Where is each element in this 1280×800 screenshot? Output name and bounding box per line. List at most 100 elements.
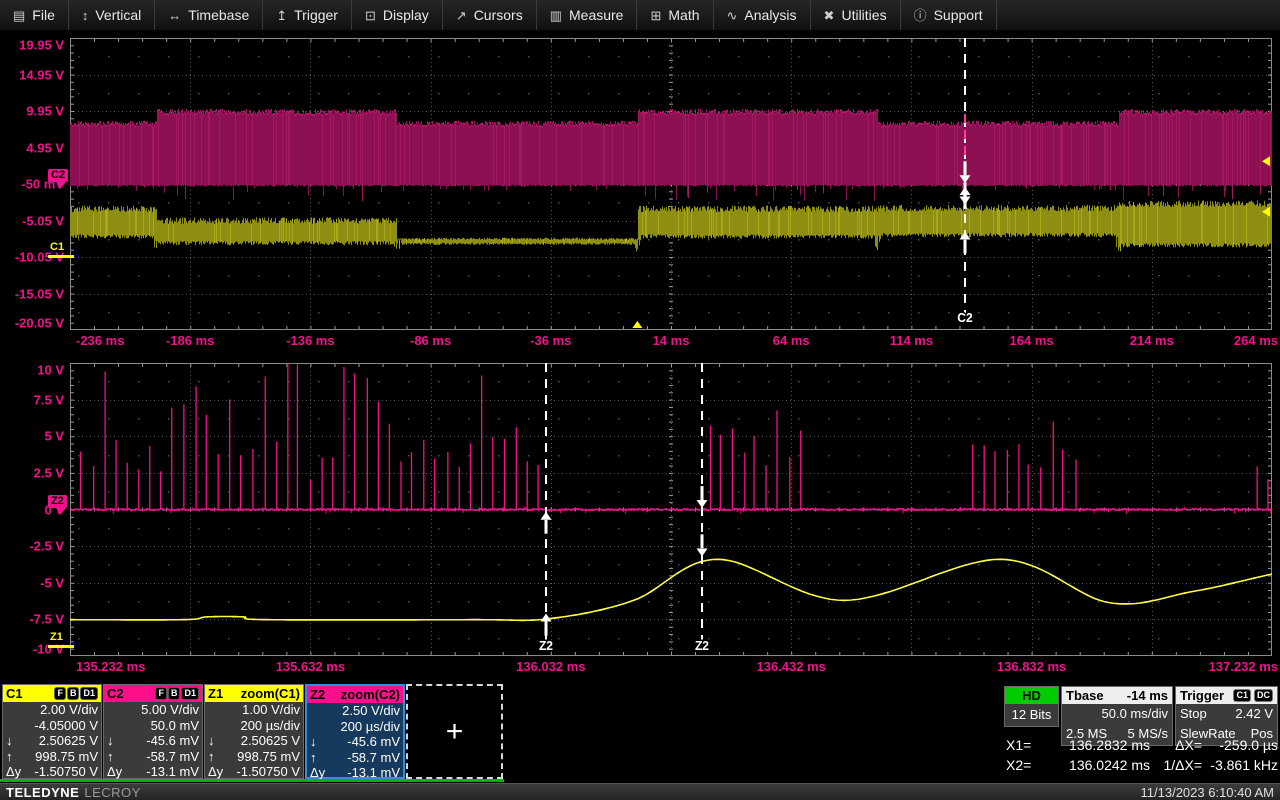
- descriptor-c1[interactable]: C1FBD12.00 V/div-4.05000 V↓2.50625 V↑998…: [2, 684, 102, 779]
- descriptor-row: ↑-58.7 mV: [104, 749, 202, 765]
- descriptor-z2[interactable]: Z2zoom(C2)2.50 V/div200 µs/div↓-45.6 mV↑…: [305, 684, 405, 779]
- x-axis-label: 137.232 ms: [1209, 659, 1278, 674]
- menu-display[interactable]: ⊡Display: [352, 0, 443, 30]
- support-icon: ⓘ: [914, 9, 927, 22]
- menu-analysis[interactable]: ∿Analysis: [714, 0, 811, 30]
- x-axis-label: 264 ms: [1234, 333, 1278, 348]
- menu-timebase[interactable]: ↔Timebase: [155, 0, 263, 30]
- y-axis-label: 19.95 V: [0, 38, 64, 53]
- descriptor-row: 200 µs/div: [307, 719, 403, 735]
- menu-support[interactable]: ⓘSupport: [901, 0, 997, 30]
- x-axis-label: -36 ms: [530, 333, 571, 348]
- descriptor-header: Z2zoom(C2): [307, 686, 403, 703]
- descriptor-c2[interactable]: C2FBD15.00 V/div50.0 mV↓-45.6 mV↑-58.7 m…: [103, 684, 203, 779]
- menu-trigger[interactable]: ↥Trigger: [263, 0, 352, 30]
- menu-file[interactable]: ▤File: [0, 0, 69, 30]
- menu-vertical[interactable]: ↕Vertical: [69, 0, 155, 30]
- cursor-readout-x2: X2=136.0242 ms 1/ΔX=-3.861 kHz: [1006, 756, 1278, 775]
- y-axis-label: -20.05 V: [0, 316, 64, 331]
- menu-utilities[interactable]: ✖Utilities: [811, 0, 901, 30]
- y-axis-label: 14.95 V: [0, 67, 64, 82]
- row-prefix: [6, 702, 26, 718]
- descriptor-row: Δy-1.50750 V: [3, 764, 101, 780]
- add-trace-button[interactable]: +: [406, 684, 503, 779]
- x-axis-label: 64 ms: [773, 333, 810, 348]
- descriptor-row: ↑-58.7 mV: [307, 750, 403, 766]
- badge-b: B: [168, 687, 181, 700]
- y-axis-label: -2.5 V: [0, 539, 64, 554]
- row-value: -58.7 mV: [330, 750, 400, 766]
- row-prefix: ↓: [6, 733, 26, 749]
- measure-icon: ▥: [550, 9, 562, 22]
- datetime: 11/13/2023 6:10:40 AM: [1141, 785, 1274, 800]
- y-axis-label: -5 V: [0, 575, 64, 590]
- descriptor-header: C2FBD1: [104, 685, 202, 702]
- row-prefix: ↑: [6, 749, 26, 765]
- trigger-level: 2.42 V: [1235, 704, 1273, 724]
- menu-label: Analysis: [744, 7, 796, 23]
- row-prefix: [208, 718, 228, 734]
- c1-offset-marker[interactable]: C1: [50, 241, 64, 254]
- descriptor-row: 1.00 V/div: [205, 702, 303, 718]
- y-axis-label: 7.5 V: [0, 392, 64, 407]
- row-prefix: Δy: [107, 764, 127, 780]
- cursors-icon: ↗: [456, 9, 467, 22]
- zoom-grid-canvas[interactable]: [70, 363, 1272, 656]
- descriptor-row: 200 µs/div: [205, 718, 303, 734]
- descriptor-row: 5.00 V/div: [104, 702, 202, 718]
- badge-d1: D1: [181, 687, 199, 700]
- menu-label: Display: [383, 7, 429, 23]
- y-axis-label: 2.5 V: [0, 465, 64, 480]
- row-prefix: ↑: [107, 749, 127, 765]
- menu-math[interactable]: ⊞ Math: [637, 0, 713, 30]
- hd-panel[interactable]: HD 12 Bits: [1004, 686, 1059, 727]
- row-value: -1.50750 V: [26, 764, 98, 780]
- z1-offset-marker[interactable]: Z1: [50, 631, 63, 644]
- trigger-icon: ↥: [276, 9, 287, 22]
- descriptor-row: 2.00 V/div: [3, 702, 101, 718]
- row-value: -45.6 mV: [330, 734, 400, 750]
- row-value: 50.0 mV: [127, 718, 199, 734]
- trigger-source-badges: C1DC: [1231, 689, 1273, 702]
- timebase-header: Tbase -14 ms: [1062, 687, 1172, 704]
- timebase-icon: ↔: [168, 9, 181, 22]
- row-prefix: ↓: [310, 734, 330, 750]
- y-axis-label: -7.5 V: [0, 612, 64, 627]
- row-prefix: [208, 702, 228, 718]
- trigger-badge-c1: C1: [1233, 689, 1251, 702]
- badge-b: B: [67, 687, 80, 700]
- c1-offset-marker-pointer: [48, 255, 74, 258]
- menu-label: Math: [668, 7, 699, 23]
- descriptor-z1[interactable]: Z1zoom(C1)1.00 V/div200 µs/div↓2.50625 V…: [204, 684, 304, 779]
- c2-offset-marker[interactable]: C2: [48, 169, 68, 182]
- hd-bits: 12 Bits: [1005, 704, 1058, 726]
- descriptor-row: Δy-13.1 mV: [104, 764, 202, 780]
- row-prefix: [107, 702, 127, 718]
- trigger-badge-dc: DC: [1254, 689, 1273, 702]
- vertical-icon: ↕: [82, 9, 89, 22]
- x-axis-label: 136.432 ms: [756, 659, 825, 674]
- row-value: 200 µs/div: [228, 718, 300, 734]
- trigger-mode: Stop: [1180, 704, 1207, 724]
- main-grid-canvas[interactable]: [70, 38, 1272, 330]
- trace-name: Z1: [208, 685, 223, 702]
- y-axis-label: 4.95 V: [0, 140, 64, 155]
- z2-offset-marker[interactable]: Z2: [48, 495, 67, 508]
- row-value: -4.05000 V: [26, 718, 98, 734]
- x-axis-label: 136.032 ms: [516, 659, 585, 674]
- x-axis-label: 136.832 ms: [997, 659, 1066, 674]
- row-value: 998.75 mV: [26, 749, 98, 765]
- menu-measure[interactable]: ▥Measure: [537, 0, 638, 30]
- badge-f: F: [54, 687, 66, 700]
- math-icon: ⊞: [650, 9, 661, 22]
- cursor-readout-x1: X1=136.2832 ms ΔX=-259.0 µs: [1006, 736, 1278, 755]
- row-prefix: [107, 718, 127, 734]
- badge-d1: D1: [80, 687, 98, 700]
- row-prefix: Δy: [6, 764, 26, 780]
- status-bar: TELEDYNELECROY 11/13/2023 6:10:40 AM: [0, 783, 1280, 800]
- timebase-title: Tbase: [1066, 687, 1104, 704]
- c2-offset-marker-pointer: [56, 182, 66, 188]
- menu-cursors[interactable]: ↗Cursors: [443, 0, 537, 30]
- descriptor-row: 2.50 V/div: [307, 703, 403, 719]
- utilities-icon: ✖: [824, 9, 835, 22]
